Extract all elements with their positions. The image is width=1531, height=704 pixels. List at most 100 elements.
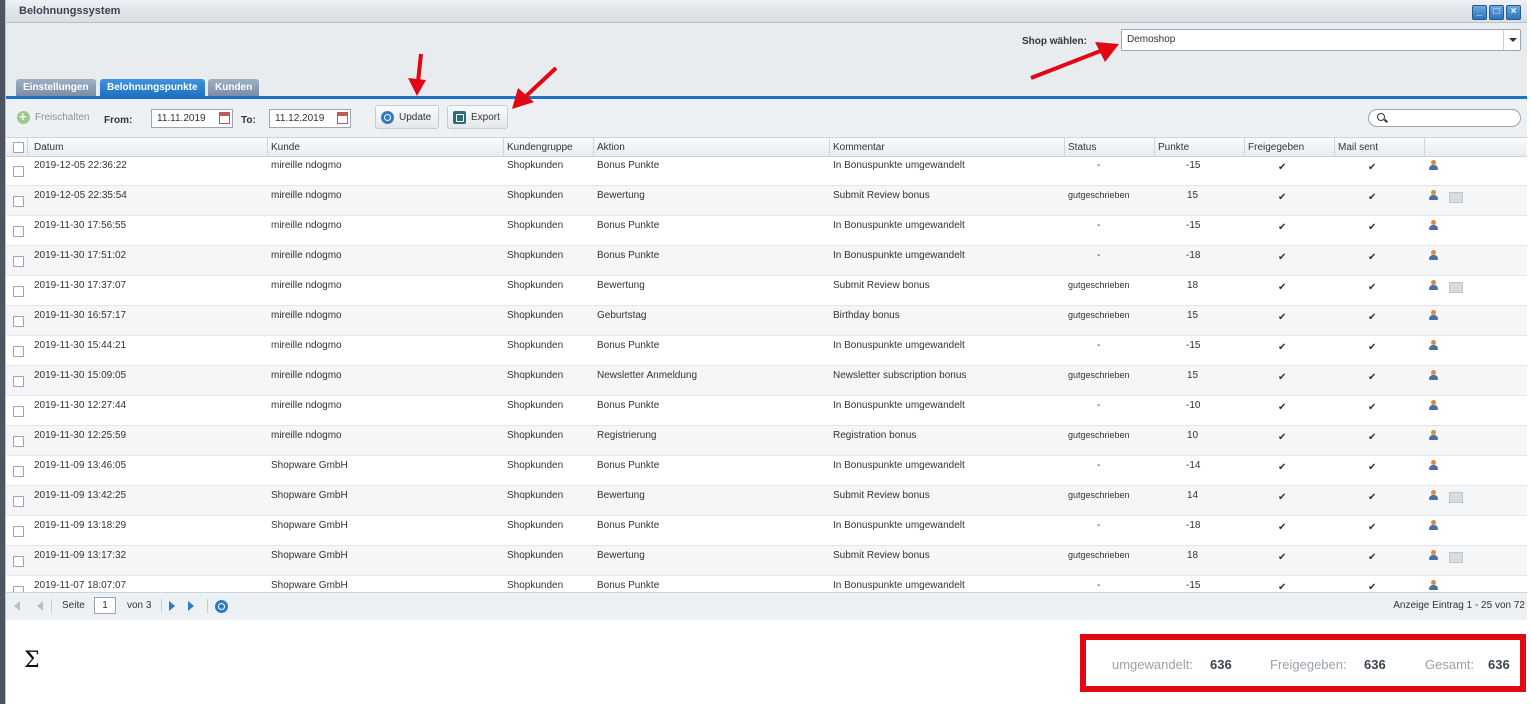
shop-select[interactable]: Demoshop [1121, 29, 1521, 51]
column-header-kommentar[interactable]: Kommentar [833, 142, 885, 153]
column-header-mail-sent[interactable]: Mail sent [1338, 142, 1378, 153]
reload-icon[interactable] [215, 600, 228, 613]
table-row[interactable]: 2019-11-30 17:56:55 mireille ndogmo Shopku… [6, 216, 1527, 246]
table-row[interactable]: 2019-11-09 13:42:25 Shopware GmbH Shopkund… [6, 486, 1527, 516]
cell-mail-sent-check-icon: ✔ [1368, 582, 1377, 592]
cell-aktion: Bonus Punkte [597, 400, 660, 411]
send-mail-icon[interactable] [1449, 552, 1463, 563]
edit-customer-icon[interactable] [1428, 580, 1439, 591]
row-checkbox[interactable] [13, 376, 24, 387]
column-header-aktion[interactable]: Aktion [597, 142, 625, 153]
edit-customer-icon[interactable] [1428, 250, 1439, 261]
update-button[interactable]: Update [375, 105, 440, 129]
cell-aktion: Bonus Punkte [597, 220, 660, 231]
table-row[interactable]: 2019-11-30 12:27:44 mireille ndogmo Shopku… [6, 396, 1527, 426]
table-row[interactable]: 2019-11-30 16:57:17 mireille ndogmo Shopku… [6, 306, 1527, 336]
row-checkbox[interactable] [13, 286, 24, 297]
row-checkbox[interactable] [13, 436, 24, 447]
table-row[interactable]: 2019-11-09 13:46:05 Shopware GmbH Shopkund… [6, 456, 1527, 486]
cell-kundengruppe: Shopkunden [507, 190, 564, 201]
edit-customer-icon[interactable] [1428, 430, 1439, 441]
column-header-kundengruppe[interactable]: Kundengruppe [507, 142, 573, 153]
select-all-checkbox[interactable] [13, 142, 24, 153]
close-icon[interactable]: × [1506, 5, 1521, 20]
edit-customer-icon[interactable] [1428, 220, 1439, 231]
window-titlebar[interactable]: Belohnungssystem _ □ × [6, 0, 1527, 23]
cell-freigegeben-check-icon: ✔ [1278, 372, 1287, 383]
row-checkbox[interactable] [13, 226, 24, 237]
cell-status: gutgeschrieben [1068, 430, 1130, 440]
edit-customer-icon[interactable] [1428, 460, 1439, 471]
table-row[interactable]: 2019-11-30 15:44:21 mireille ndogmo Shopku… [6, 336, 1527, 366]
edit-customer-icon[interactable] [1428, 520, 1439, 531]
tab-belohnungspunkte[interactable]: Belohnungspunkte [100, 79, 205, 96]
cell-punkte: -18 [1186, 250, 1201, 261]
tab-einstellungen[interactable]: Einstellungen [16, 79, 96, 96]
row-checkbox[interactable] [13, 166, 24, 177]
from-date-field[interactable]: 11.11.2019 [151, 109, 233, 128]
edit-customer-icon[interactable] [1428, 280, 1439, 291]
cell-datum: 2019-11-09 13:46:05 [34, 460, 127, 471]
cell-freigegeben-check-icon: ✔ [1278, 492, 1287, 503]
column-header-kunde[interactable]: Kunde [271, 142, 300, 153]
column-header-datum[interactable]: Datum [34, 142, 63, 153]
table-row[interactable]: 2019-11-09 13:17:32 Shopware GmbH Shopkund… [6, 546, 1527, 576]
edit-customer-icon[interactable] [1428, 550, 1439, 561]
table-row[interactable]: 2019-11-09 13:18:29 Shopware GmbH Shopkund… [6, 516, 1527, 546]
edit-customer-icon[interactable] [1428, 310, 1439, 321]
row-checkbox[interactable] [13, 256, 24, 267]
cell-datum: 2019-11-30 12:27:44 [34, 400, 127, 411]
table-row[interactable]: 2019-12-05 22:36:22 mireille ndogmo Shopku… [6, 156, 1527, 186]
cell-kommentar: In Bonuspunkte umgewandelt [833, 250, 965, 261]
edit-customer-icon[interactable] [1428, 370, 1439, 381]
cell-kommentar: Submit Review bonus [833, 490, 930, 501]
column-header-status[interactable]: Status [1068, 142, 1096, 153]
send-mail-icon[interactable] [1449, 192, 1463, 203]
tab-kunden[interactable]: Kunden [208, 79, 260, 96]
first-page-icon[interactable] [14, 601, 20, 611]
row-checkbox[interactable] [13, 406, 24, 417]
cell-kundengruppe: Shopkunden [507, 250, 564, 261]
maximize-icon[interactable]: □ [1489, 5, 1504, 20]
last-page-icon[interactable] [188, 601, 194, 611]
send-mail-icon[interactable] [1449, 282, 1463, 293]
export-button[interactable]: Export [447, 105, 508, 129]
release-button-label: Freischalten [35, 111, 90, 123]
search-input[interactable] [1368, 109, 1521, 127]
row-checkbox[interactable] [13, 466, 24, 477]
page-input[interactable]: 1 [94, 597, 116, 614]
table-row[interactable]: 2019-11-30 17:51:02 mireille ndogmo Shopku… [6, 246, 1527, 276]
send-mail-icon[interactable] [1449, 492, 1463, 503]
release-button[interactable]: Freischalten [11, 105, 97, 129]
calendar-icon[interactable] [219, 112, 230, 124]
edit-customer-icon[interactable] [1428, 160, 1439, 171]
next-page-icon[interactable] [169, 601, 175, 611]
cell-datum: 2019-11-30 15:44:21 [34, 340, 127, 351]
cell-status: - [1097, 460, 1101, 471]
table-row[interactable]: 2019-11-07 18:07:07 Shopware GmbH Shopkund… [6, 576, 1527, 592]
chevron-down-icon[interactable] [1503, 30, 1520, 50]
table-row[interactable]: 2019-11-30 17:37:07 mireille ndogmo Shopku… [6, 276, 1527, 306]
row-checkbox[interactable] [13, 496, 24, 507]
row-checkbox[interactable] [13, 196, 24, 207]
row-checkbox[interactable] [13, 526, 24, 537]
previous-page-icon[interactable] [37, 601, 43, 611]
calendar-icon[interactable] [337, 112, 348, 124]
to-date-field[interactable]: 11.12.2019 [269, 109, 351, 128]
table-row[interactable]: 2019-11-30 12:25:59 mireille ndogmo Shopku… [6, 426, 1527, 456]
table-row[interactable]: 2019-12-05 22:35:54 mireille ndogmo Shopku… [6, 186, 1527, 216]
column-header-freigegeben[interactable]: Freigegeben [1248, 142, 1304, 153]
column-header-punkte[interactable]: Punkte [1158, 142, 1189, 153]
edit-customer-icon[interactable] [1428, 490, 1439, 501]
cell-freigegeben-check-icon: ✔ [1278, 282, 1287, 293]
edit-customer-icon[interactable] [1428, 400, 1439, 411]
row-checkbox[interactable] [13, 556, 24, 567]
row-checkbox[interactable] [13, 346, 24, 357]
minimize-icon[interactable]: _ [1472, 5, 1487, 20]
edit-customer-icon[interactable] [1428, 190, 1439, 201]
table-row[interactable]: 2019-11-30 15:09:05 mireille ndogmo Shopku… [6, 366, 1527, 396]
edit-customer-icon[interactable] [1428, 340, 1439, 351]
cell-punkte: -15 [1186, 160, 1201, 171]
page-count: von 3 [127, 600, 152, 611]
row-checkbox[interactable] [13, 316, 24, 327]
